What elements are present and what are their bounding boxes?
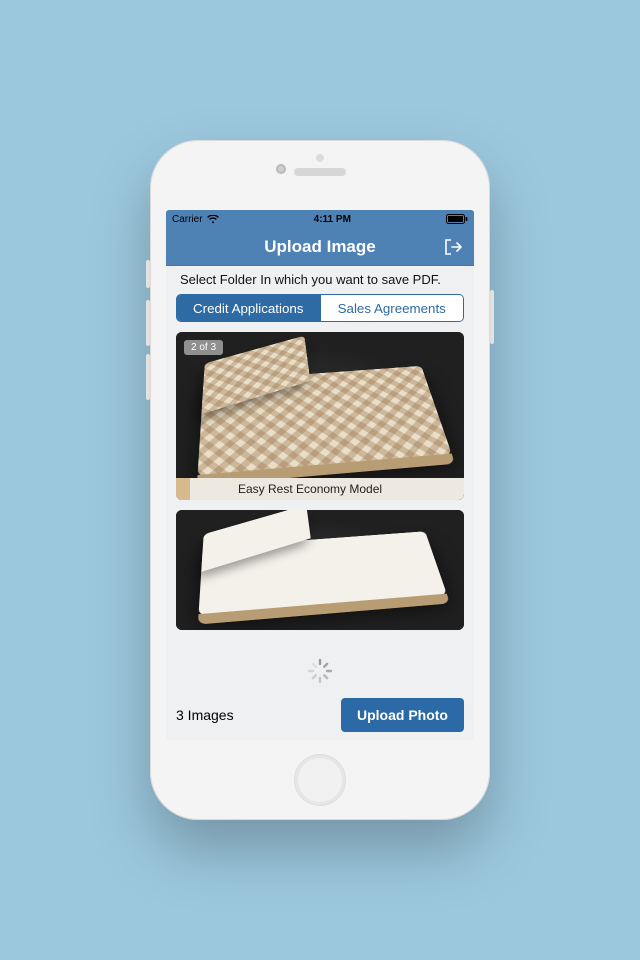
volume-down	[146, 354, 150, 400]
bed-image	[176, 332, 464, 500]
clock: 4:11 PM	[314, 214, 351, 225]
carrier-label: Carrier	[172, 214, 203, 225]
gallery-item-2[interactable]	[176, 510, 464, 630]
exit-button[interactable]	[442, 236, 464, 258]
instruction-text: Select Folder In which you want to save …	[176, 272, 464, 294]
gallery-item-1[interactable]: 2 of 3 Easy Rest Economy Model	[176, 332, 464, 500]
caption-text: Easy Rest Economy Model	[238, 482, 382, 496]
footer: 3 Images Upload Photo	[176, 690, 464, 732]
screen: Carrier 4:11 PM Upload Image	[166, 210, 474, 740]
caption-bar: Easy Rest Economy Model	[176, 478, 464, 500]
battery-icon	[446, 214, 468, 224]
wifi-icon	[207, 215, 219, 224]
loading-spinner	[307, 658, 333, 684]
phone-frame: Carrier 4:11 PM Upload Image	[150, 140, 490, 820]
page-title: Upload Image	[264, 237, 375, 257]
image-gallery: 2 of 3 Easy Rest Economy Model	[176, 332, 464, 630]
mute-switch	[146, 260, 150, 288]
status-bar: Carrier 4:11 PM	[166, 210, 474, 228]
image-count: 3 Images	[176, 707, 234, 723]
upload-photo-button[interactable]: Upload Photo	[341, 698, 464, 732]
folder-segmented-control: Credit Applications Sales Agreements	[176, 294, 464, 322]
tab-credit-applications[interactable]: Credit Applications	[177, 295, 320, 321]
volume-up	[146, 300, 150, 346]
content-area: Select Folder In which you want to save …	[166, 266, 474, 740]
page-indicator: 2 of 3	[184, 340, 223, 355]
bed-image-2	[176, 510, 464, 630]
front-camera	[276, 164, 286, 174]
nav-bar: Upload Image	[166, 228, 474, 266]
tab-sales-agreements[interactable]: Sales Agreements	[320, 295, 464, 321]
spinner-icon	[307, 658, 333, 684]
power-button	[490, 290, 494, 344]
exit-icon	[443, 237, 463, 257]
sensor-dot	[316, 154, 324, 162]
home-button[interactable]	[294, 754, 346, 806]
